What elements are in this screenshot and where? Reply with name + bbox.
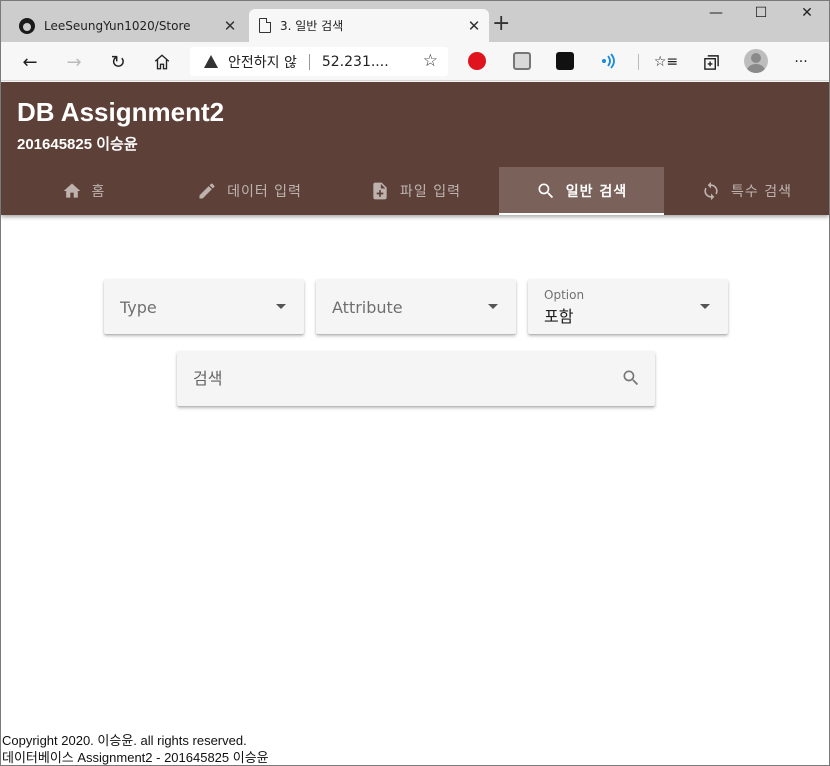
tab-title: LeeSeungYun1020/Store xyxy=(44,18,191,33)
search-field xyxy=(177,351,655,406)
tab-label: 일반 검색 xyxy=(565,184,628,200)
home-icon xyxy=(63,183,80,198)
tab-home[interactable]: 홈 xyxy=(1,167,166,215)
maximize-icon[interactable]: ☐ xyxy=(746,5,776,21)
collections-button[interactable] xyxy=(698,49,724,75)
favorite-star-icon[interactable]: ☆ xyxy=(423,51,438,71)
type-select[interactable]: Type xyxy=(104,279,304,334)
home-button[interactable] xyxy=(149,49,175,75)
chevron-down-icon xyxy=(488,304,498,309)
url-text: 52.231.... xyxy=(321,53,389,70)
address-bar[interactable]: 안전하지 않 52.231.... ☆ xyxy=(190,47,448,76)
tab-strip: LeeSeungYun1020/Store ✕ 3. 일반 검색 ✕ + — ☐… xyxy=(1,1,829,42)
copyright-text: Copyright 2020. 이승윤. all rights reserved… xyxy=(2,733,247,748)
warning-icon xyxy=(204,55,218,68)
course-text: 데이터베이스 Assignment2 - 201645825 이승윤 xyxy=(2,750,269,765)
type-select-label: Type xyxy=(120,298,157,317)
browser-toolbar: ← → ↻ 안전하지 않 52.231.... ☆ ☆≡ ··· xyxy=(1,42,829,81)
tab-label: 데이터 입력 xyxy=(227,184,302,200)
tab-label: 특수 검색 xyxy=(731,184,792,200)
screenshot-extension-icon[interactable] xyxy=(513,52,531,70)
search-icon xyxy=(538,183,553,199)
footer: Copyright 2020. 이승윤. all rights reserved… xyxy=(2,732,269,765)
profile-avatar[interactable] xyxy=(744,49,768,73)
opera-extension-icon[interactable] xyxy=(468,52,486,70)
tab-file-input[interactable]: 파일 입력 xyxy=(333,167,498,215)
tab-title: 3. 일반 검색 xyxy=(280,19,344,33)
yt-extension-icon[interactable] xyxy=(556,52,574,70)
toolbar-divider xyxy=(638,54,639,70)
github-icon xyxy=(19,17,35,34)
favorites-icon[interactable]: ☆≡ xyxy=(653,49,679,75)
tab-close-icon[interactable]: ✕ xyxy=(219,17,241,35)
wifi-waves-icon xyxy=(602,53,615,69)
browser-home-icon xyxy=(154,54,170,70)
minimize-icon[interactable]: — xyxy=(701,5,731,21)
tab-special-search[interactable]: 특수 검색 xyxy=(664,167,829,215)
back-icon[interactable]: ← xyxy=(17,49,43,75)
forward-icon[interactable]: → xyxy=(61,49,87,75)
search-button[interactable] xyxy=(621,368,641,392)
browser-window: LeeSeungYun1020/Store ✕ 3. 일반 검색 ✕ + — ☐… xyxy=(0,0,830,766)
tab-label: 홈 xyxy=(91,184,106,200)
pencil-icon xyxy=(199,183,215,199)
page-icon xyxy=(259,18,271,33)
collections-icon xyxy=(703,54,719,70)
chevron-down-icon xyxy=(276,304,286,309)
app-subtitle: 201645825 이승윤 xyxy=(17,136,138,153)
refresh-icon[interactable]: ↻ xyxy=(105,49,131,75)
browser-tab-github[interactable]: LeeSeungYun1020/Store ✕ xyxy=(9,9,245,42)
chevron-down-icon xyxy=(700,304,710,309)
tab-general-search[interactable]: 일반 검색 xyxy=(499,167,664,215)
attribute-select[interactable]: Attribute xyxy=(316,279,516,334)
tab-label: 파일 입력 xyxy=(400,184,461,200)
file-add-icon xyxy=(373,182,387,200)
browser-tab-active[interactable]: 3. 일반 검색 ✕ xyxy=(249,9,489,42)
read-aloud-icon[interactable] xyxy=(600,52,618,70)
sync-icon xyxy=(704,181,718,201)
option-select[interactable]: Option 포함 xyxy=(528,279,728,334)
app-header: DB Assignment2 201645825 이승윤 홈 데이터 입력 파일… xyxy=(1,82,829,215)
search-input[interactable] xyxy=(193,365,593,391)
search-icon xyxy=(623,370,639,386)
window-close-icon[interactable]: ✕ xyxy=(792,5,822,21)
tab-close-icon[interactable]: ✕ xyxy=(463,17,485,35)
attribute-select-label: Attribute xyxy=(332,298,403,317)
more-menu-icon[interactable]: ··· xyxy=(788,49,814,75)
new-tab-button[interactable]: + xyxy=(492,13,510,35)
omnibox-divider xyxy=(308,53,310,70)
security-label: 안전하지 않 xyxy=(228,54,297,71)
option-select-label: Option xyxy=(544,288,585,302)
option-select-value: 포함 xyxy=(544,307,574,326)
app-title: DB Assignment2 xyxy=(17,97,225,127)
tab-data-input[interactable]: 데이터 입력 xyxy=(167,167,332,215)
